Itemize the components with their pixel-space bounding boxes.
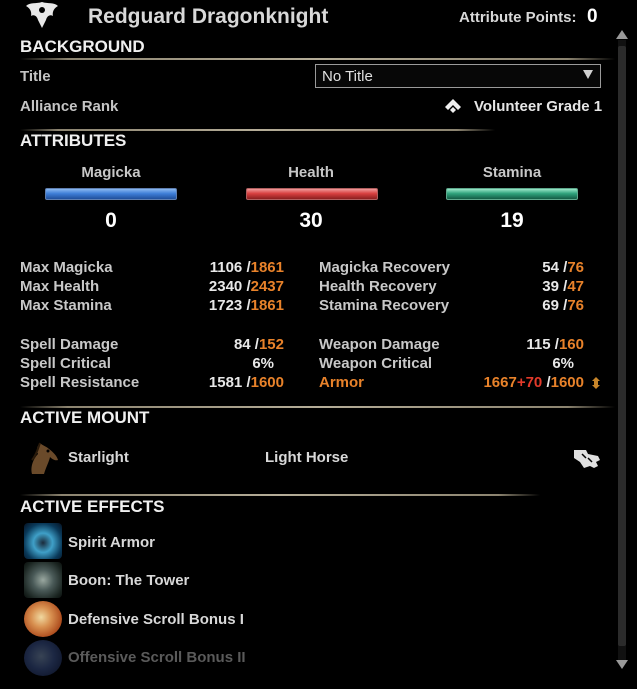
attribute-points-label: Attribute Points: xyxy=(459,9,577,26)
offensive-scroll-icon xyxy=(24,640,62,676)
magicka-value: 0 xyxy=(105,209,117,232)
magicka-recovery-value: 54 /76 xyxy=(542,259,584,276)
scrollbar-thumb[interactable] xyxy=(618,46,626,646)
spell-critical-label: Spell Critical xyxy=(20,355,111,372)
mount-name: Starlight xyxy=(68,449,129,466)
active-mount-heading: ACTIVE MOUNT xyxy=(20,408,150,427)
background-divider xyxy=(20,58,615,60)
alliance-rank-value: Volunteer Grade 1 xyxy=(474,98,603,115)
attributes-heading: ATTRIBUTES xyxy=(20,131,127,150)
max-magicka-value: 1106 /1861 xyxy=(209,259,284,276)
spell-damage-value: 84 /152 xyxy=(233,336,284,353)
max-stamina-value: 1723 /1861 xyxy=(208,297,284,314)
weapon-damage-label: Weapon Damage xyxy=(319,336,440,353)
effect-defensive-scroll: Defensive Scroll Bonus I xyxy=(68,611,244,628)
max-health-label: Max Health xyxy=(20,278,100,295)
magicka-bar xyxy=(45,188,177,200)
defensive-scroll-icon xyxy=(24,601,62,637)
title-label: Title xyxy=(20,68,51,85)
scroll-up-arrow-icon[interactable] xyxy=(616,30,628,39)
effect-boon-tower: Boon: The Tower xyxy=(68,572,190,589)
active-effects-heading: ACTIVE EFFECTS xyxy=(20,497,165,516)
attributes-divider xyxy=(20,129,495,131)
attribute-points-value: 0 xyxy=(587,6,598,27)
health-label: Health xyxy=(288,164,334,181)
effect-spirit-armor: Spirit Armor xyxy=(68,534,155,551)
mount-divider xyxy=(20,406,615,408)
magicka-recovery-label: Magicka Recovery xyxy=(319,259,450,276)
effect-offensive-scroll: Offensive Scroll Bonus II xyxy=(68,649,246,666)
armor-label: Armor xyxy=(319,374,365,391)
max-magicka-label: Max Magicka xyxy=(20,259,113,276)
stamina-label: Stamina xyxy=(482,164,542,181)
magicka-label: Magicka xyxy=(81,164,141,181)
stamina-bar xyxy=(446,188,578,200)
stamina-value: 19 xyxy=(500,209,524,232)
chevron-down-icon xyxy=(583,70,593,79)
alliance-rank-icon xyxy=(445,99,461,113)
health-value: 30 xyxy=(299,209,323,232)
alliance-rank-label: Alliance Rank xyxy=(20,98,119,115)
title-dropdown[interactable]: No Title xyxy=(315,64,601,88)
effects-divider xyxy=(20,494,540,496)
character-title: Redguard Dragonknight xyxy=(88,5,329,28)
mount-type: Light Horse xyxy=(265,449,349,466)
background-heading: BACKGROUND xyxy=(20,37,145,56)
mount-feed-icon[interactable] xyxy=(572,446,602,472)
max-health-value: 2340 /2437 xyxy=(208,278,284,295)
boon-tower-icon xyxy=(24,562,62,598)
spell-resistance-value: 1581 /1600 xyxy=(208,374,284,391)
spirit-armor-icon xyxy=(24,523,62,559)
horse-icon xyxy=(31,442,58,474)
spell-critical-value: 6% xyxy=(252,355,274,372)
spell-damage-label: Spell Damage xyxy=(20,336,119,353)
weapon-critical-label: Weapon Critical xyxy=(319,355,433,372)
scroll-down-arrow-icon[interactable] xyxy=(616,660,628,669)
armor-value: 1667+70 /1600 xyxy=(483,374,584,391)
health-recovery-value: 39 /47 xyxy=(542,278,584,295)
alliance-emblem-icon xyxy=(26,2,58,28)
stamina-recovery-value: 69 /76 xyxy=(542,297,584,314)
max-stamina-label: Max Stamina xyxy=(20,297,112,314)
stamina-recovery-label: Stamina Recovery xyxy=(319,297,450,314)
armor-buff-icon xyxy=(592,377,600,389)
health-bar xyxy=(246,188,378,200)
weapon-damage-value: 115 /160 xyxy=(526,336,584,353)
spell-resistance-label: Spell Resistance xyxy=(20,374,140,391)
health-recovery-label: Health Recovery xyxy=(319,278,437,295)
weapon-critical-value: 6% xyxy=(552,355,574,372)
title-dropdown-value: No Title xyxy=(322,68,373,85)
